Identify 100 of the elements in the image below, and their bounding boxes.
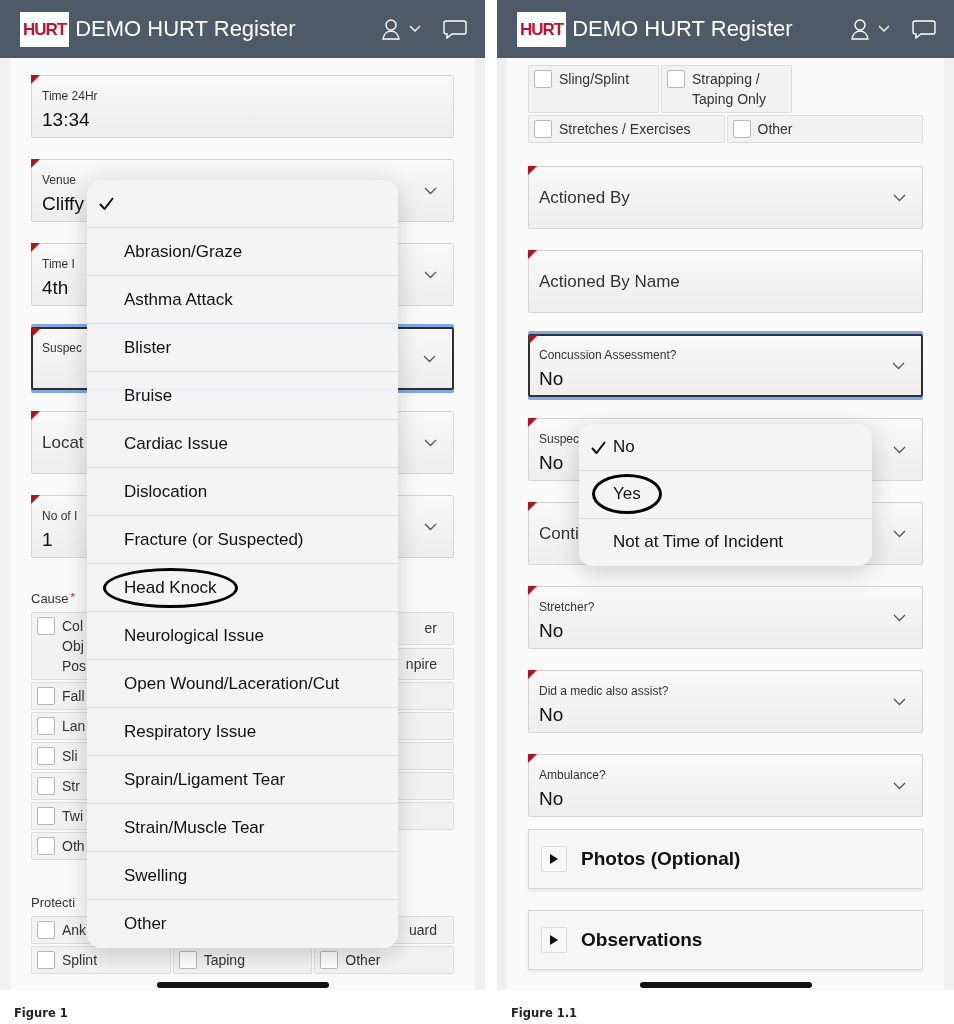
checkbox-label: Other: [345, 951, 381, 970]
app-logo: HURT: [517, 11, 567, 47]
chat-icon[interactable]: [443, 19, 467, 39]
checkbox[interactable]: [178, 951, 197, 969]
option-label: Not at Time of Incident: [613, 532, 784, 553]
menu-option[interactable]: Not at Time of Incident: [579, 518, 872, 566]
app-title: DEMO HURT Register: [572, 16, 794, 42]
figure-caption: Figure 1: [14, 1006, 68, 1020]
menu-option[interactable]: Neurological Issue: [87, 612, 398, 660]
select-field[interactable]: Actioned By: [528, 166, 923, 229]
chat-icon[interactable]: [912, 19, 936, 39]
triangle-right-icon: [549, 853, 559, 865]
checkbox-label: Sli: [62, 747, 78, 766]
checkbox[interactable]: [37, 747, 55, 765]
field-label: Suspec: [42, 341, 83, 355]
checkbox[interactable]: [37, 687, 55, 705]
select-field[interactable]: Stretcher? No: [528, 586, 923, 649]
menu-option[interactable]: Yes: [579, 471, 872, 519]
circled-option-label: Yes: [592, 474, 662, 515]
select-field[interactable]: Did a medic also assist? No: [528, 670, 923, 733]
menu-option[interactable]: Sprain/Ligament Tear: [87, 756, 398, 804]
checkbox[interactable]: [37, 777, 55, 795]
field-value: 1: [42, 529, 53, 551]
option-label: Cardiac Issue: [124, 433, 228, 454]
select-field[interactable]: Concussion Assessment? No: [528, 334, 923, 397]
triangle-right-icon: [549, 934, 559, 946]
required-mark: *: [70, 591, 75, 605]
checkbox-option[interactable]: Other: [726, 115, 923, 143]
checkbox-option[interactable]: Other: [314, 946, 454, 974]
menu-option[interactable]: Swelling: [87, 852, 398, 900]
checkbox[interactable]: [37, 837, 55, 855]
field-value: No: [539, 788, 564, 810]
menu-option[interactable]: Head Knock: [87, 564, 398, 612]
checkbox[interactable]: [320, 951, 339, 969]
app-title: DEMO HURT Register: [75, 16, 297, 42]
option-label: Swelling: [124, 865, 188, 886]
chevron-down-icon[interactable]: [878, 25, 890, 33]
checkbox[interactable]: [37, 717, 55, 735]
chevron-down-icon: [892, 361, 905, 370]
checkbox-option[interactable]: Strapping / Taping Only: [661, 65, 792, 113]
menu-option[interactable]: Blister: [87, 324, 398, 372]
checkbox[interactable]: [37, 921, 55, 939]
checkbox[interactable]: [667, 70, 685, 88]
checkbox-option[interactable]: Splint: [31, 946, 171, 974]
expand-toggle[interactable]: [541, 846, 567, 872]
chevron-down-icon: [424, 186, 437, 195]
chevron-down-icon: [893, 697, 906, 706]
input-field[interactable]: Time 24Hr 13:34: [31, 75, 454, 138]
chevron-down-icon: [424, 438, 437, 447]
checkbox-label: Stretches / Exercises: [559, 120, 691, 139]
menu-option[interactable]: Cardiac Issue: [87, 420, 398, 468]
menu-option[interactable]: Asthma Attack: [87, 276, 398, 324]
chevron-down-icon: [893, 781, 906, 790]
option-label: Neurological Issue: [124, 625, 264, 646]
field-value: Cliffy: [42, 193, 84, 215]
select-field[interactable]: Ambulance? No: [528, 754, 923, 817]
option-label: Asthma Attack: [124, 289, 233, 310]
checkbox[interactable]: [534, 70, 552, 88]
checkbox-label: Lan: [62, 717, 86, 736]
field-label: Suspec: [539, 432, 580, 446]
checkbox-label: Strapping / Taping Only: [692, 70, 766, 109]
checkbox-option[interactable]: Stretches / Exercises: [528, 115, 725, 143]
expand-toggle[interactable]: [541, 927, 567, 953]
option-label: Respiratory Issue: [124, 721, 257, 742]
option-label: Bruise: [124, 385, 173, 406]
input-field[interactable]: Actioned By Name: [528, 250, 923, 313]
menu-option[interactable]: Fracture (or Suspected): [87, 516, 398, 564]
chevron-down-icon: [424, 522, 437, 531]
field-value: 4th: [42, 277, 69, 299]
checkbox[interactable]: [37, 807, 55, 825]
field-label: Stretcher?: [539, 600, 595, 614]
checkbox[interactable]: [37, 951, 55, 969]
checkbox[interactable]: [37, 617, 55, 635]
field-label: Locat: [42, 432, 84, 454]
option-label: Strain/Muscle Tear: [124, 817, 265, 838]
field-value: No: [539, 368, 564, 390]
field-label: Actioned By: [539, 187, 630, 209]
menu-option[interactable]: Other: [87, 900, 398, 948]
checkbox-option[interactable]: Taping: [172, 946, 313, 974]
checkbox-label: Taping: [203, 951, 245, 970]
menu-option[interactable]: Bruise: [87, 372, 398, 420]
menu-option[interactable]: Open Wound/Laceration/Cut: [87, 660, 398, 708]
field-label: Time 24Hr: [42, 89, 98, 103]
menu-option[interactable]: Strain/Muscle Tear: [87, 804, 398, 852]
field-label: Ambulance?: [539, 768, 606, 782]
option-label: Dislocation: [124, 481, 208, 502]
checkbox[interactable]: [534, 120, 552, 138]
checkbox[interactable]: [732, 120, 751, 138]
chevron-down-icon[interactable]: [409, 25, 421, 33]
menu-option[interactable]: Respiratory Issue: [87, 708, 398, 756]
field-label: Venue: [42, 173, 77, 187]
chevron-down-icon: [893, 445, 906, 454]
menu-option[interactable]: Dislocation: [87, 468, 398, 516]
user-icon[interactable]: [850, 18, 870, 40]
menu-option[interactable]: No: [579, 424, 872, 472]
user-icon[interactable]: [381, 18, 401, 40]
checkbox-option[interactable]: Sling/Splint: [528, 65, 659, 113]
field-label: Time I: [42, 257, 75, 271]
field-label: No of I: [42, 509, 78, 523]
menu-option[interactable]: Abrasion/Graze: [87, 228, 398, 276]
